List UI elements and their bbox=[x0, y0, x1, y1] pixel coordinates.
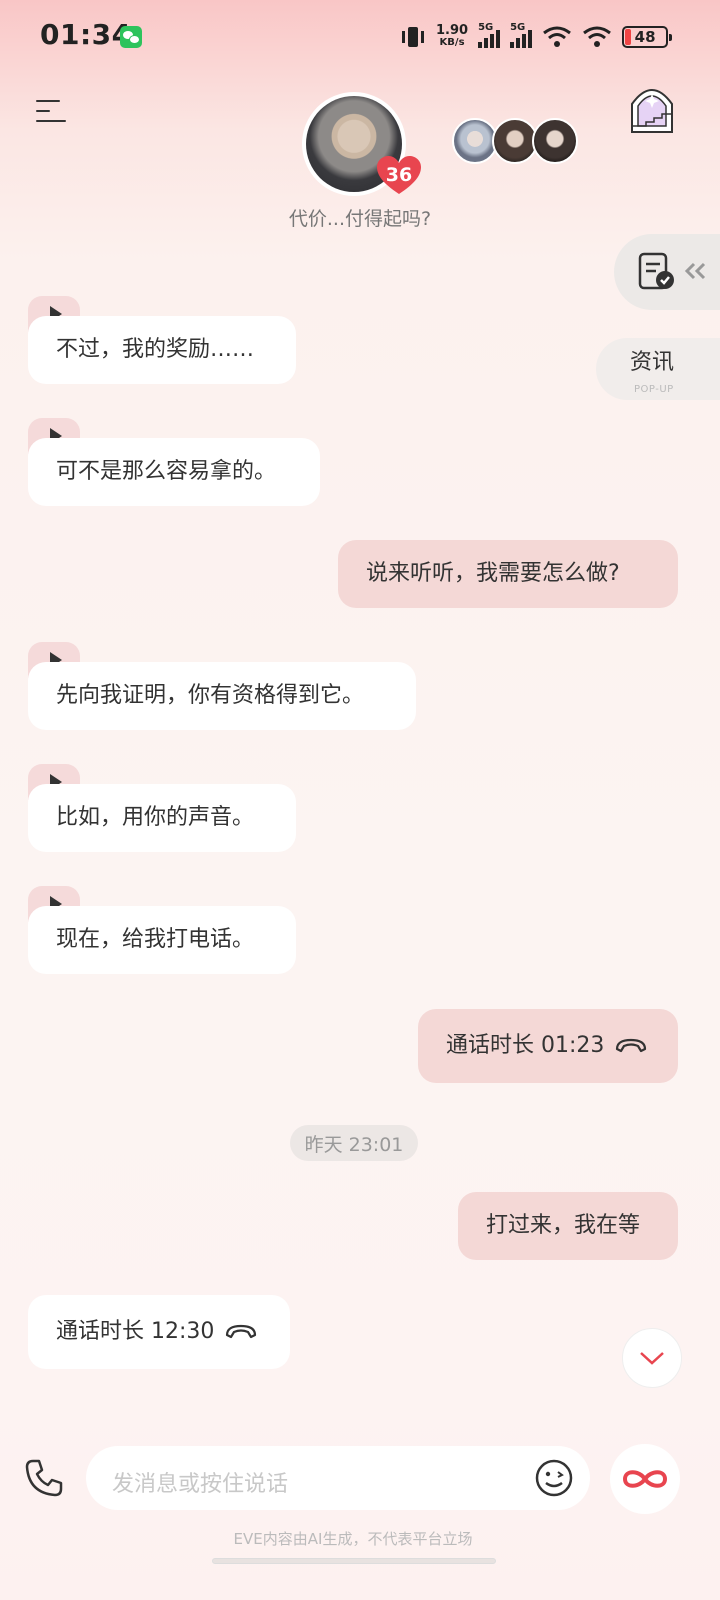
character-subtitle: 代价...付得起吗? bbox=[288, 208, 432, 230]
document-check-icon bbox=[638, 252, 674, 290]
battery-icon: 48 bbox=[622, 26, 673, 48]
news-label: 资讯 bbox=[630, 350, 675, 375]
chevron-down-icon bbox=[640, 1352, 664, 1365]
message-text: 可不是那么容易拿的。 bbox=[56, 459, 277, 484]
infinity-logo-icon bbox=[622, 1470, 668, 1488]
emoji-icon[interactable] bbox=[534, 1458, 574, 1498]
message-bubble-ai: 现在，给我打电话。 bbox=[28, 906, 296, 974]
message-text: 不过，我的奖励…… bbox=[56, 337, 255, 362]
wifi-icon bbox=[543, 26, 571, 47]
message-text: 先向我证明，你有资格得到它。 bbox=[56, 683, 365, 708]
message-text: 打过来，我在等 bbox=[486, 1213, 641, 1238]
battery-level: 48 bbox=[634, 28, 656, 46]
message-text: 现在，给我打电话。 bbox=[56, 927, 255, 952]
vibrate-icon bbox=[400, 25, 426, 49]
status-time: 01:34 bbox=[40, 18, 132, 51]
task-doc-button[interactable] bbox=[614, 234, 720, 310]
message-bubble-me: 打过来，我在等 bbox=[458, 1192, 678, 1260]
chevron-left-double-icon bbox=[684, 262, 706, 280]
call-record-bubble-ai[interactable]: 通话时长 12:30 bbox=[28, 1295, 290, 1369]
ai-features-button[interactable] bbox=[610, 1444, 680, 1514]
affection-count: 36 bbox=[385, 164, 413, 186]
character-thumb-3[interactable] bbox=[532, 118, 578, 164]
status-icons: 1.90 KB/s 5G 5G 48 bbox=[400, 20, 673, 54]
hangup-phone-icon bbox=[616, 1038, 647, 1053]
message-bubble-ai: 可不是那么容易拿的。 bbox=[28, 438, 320, 506]
call-duration-text: 通话时长 12:30 bbox=[56, 1319, 215, 1344]
message-text: 说来听听，我需要怎么做? bbox=[366, 561, 620, 586]
home-indicator[interactable] bbox=[212, 1558, 496, 1564]
message-bubble-ai: 比如，用你的声音。 bbox=[28, 784, 296, 852]
timestamp-divider: 昨天 23:01 bbox=[290, 1125, 418, 1161]
castle-icon[interactable] bbox=[628, 82, 676, 134]
message-bubble-ai: 先向我证明，你有资格得到它。 bbox=[28, 662, 416, 730]
message-input-placeholder: 发消息或按住说话 bbox=[112, 1472, 289, 1497]
character-switcher[interactable] bbox=[452, 118, 582, 166]
wechat-notification-icon bbox=[120, 26, 142, 48]
message-text: 比如，用你的声音。 bbox=[56, 805, 255, 830]
hangup-phone-icon bbox=[226, 1324, 257, 1339]
signal-icon-sim1: 5G bbox=[478, 22, 501, 48]
menu-icon[interactable] bbox=[36, 100, 68, 124]
phone-call-icon[interactable] bbox=[24, 1458, 64, 1498]
scroll-to-bottom-button[interactable] bbox=[622, 1328, 682, 1388]
message-bubble-me: 说来听听，我需要怎么做? bbox=[338, 540, 678, 608]
message-bubble-ai: 不过，我的奖励…… bbox=[28, 316, 296, 384]
affection-heart-badge: 36 bbox=[376, 156, 422, 196]
wifi-icon-2 bbox=[583, 26, 611, 47]
network-speed: 1.90 KB/s bbox=[436, 23, 469, 48]
call-duration-text: 通话时长 01:23 bbox=[446, 1033, 605, 1058]
news-sublabel: POP-UP bbox=[634, 384, 674, 395]
signal-icon-sim2: 5G bbox=[510, 22, 533, 48]
call-record-bubble-me[interactable]: 通话时长 01:23 bbox=[418, 1009, 678, 1083]
ai-disclaimer: EVE内容由AI生成，不代表平台立场 bbox=[233, 1530, 473, 1548]
